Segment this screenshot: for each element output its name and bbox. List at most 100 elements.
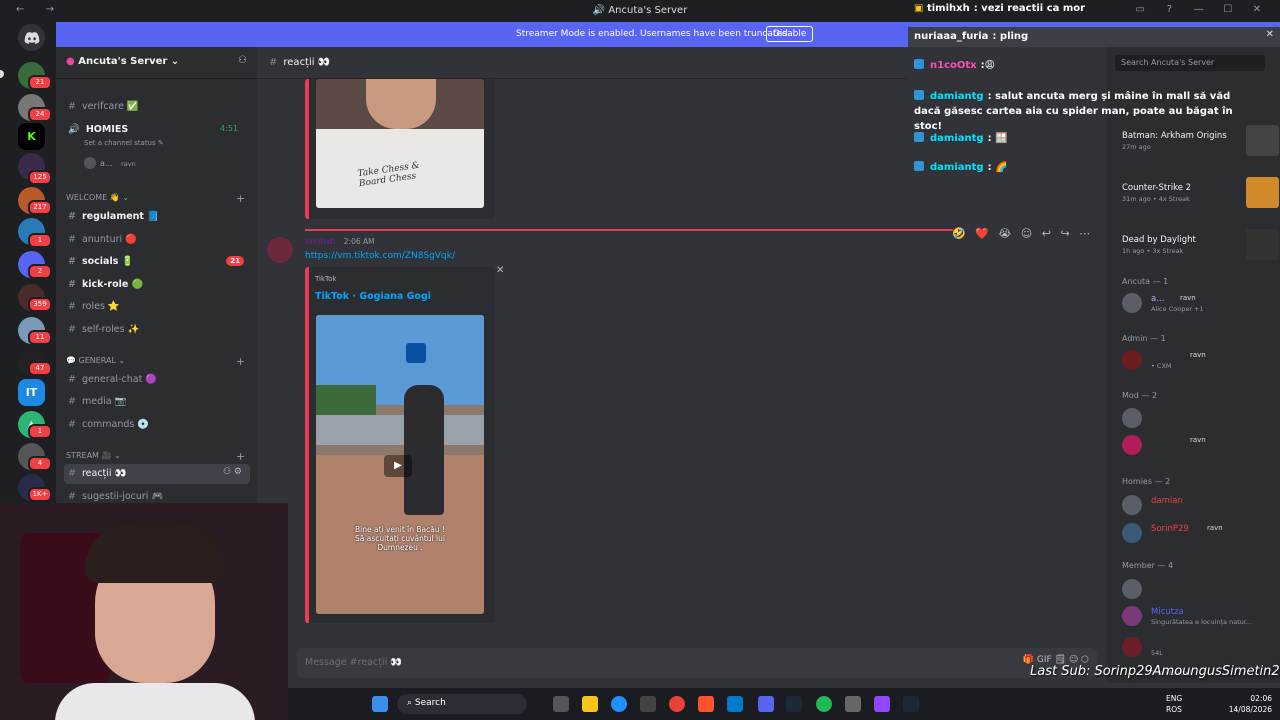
- channel-socials[interactable]: # socials 🔋 21: [64, 252, 250, 272]
- avatar: [1122, 495, 1142, 515]
- app-icon[interactable]: [845, 696, 861, 712]
- add-channel-icon[interactable]: +: [236, 355, 245, 368]
- chat-text: : 🌈: [987, 162, 1008, 173]
- server-header[interactable]: ● Ancuta's Server ⌄ ⚇: [56, 47, 257, 79]
- channel-self-roles[interactable]: # self-roles ✨: [64, 320, 250, 340]
- embed-title[interactable]: TikTok · Gogiana Gogi: [315, 291, 431, 302]
- activity-card[interactable]: Dead by Daylight 1h ago • 3x Streak: [1122, 229, 1280, 275]
- member-item[interactable]: ravn: [1122, 433, 1272, 459]
- category-label: WELCOME 👋: [66, 193, 120, 202]
- member-name: a...: [1151, 294, 1165, 304]
- windows-start-icon[interactable]: [372, 696, 388, 712]
- channel-status[interactable]: Set a channel status ✎: [84, 139, 164, 147]
- person: [404, 385, 444, 515]
- avatar: [1122, 435, 1142, 455]
- member-item[interactable]: damian: [1122, 493, 1272, 519]
- avatar[interactable]: [267, 237, 293, 263]
- message-input[interactable]: Message #reacții 👀 🎁 GIF 🗒 ☺ ⬡: [297, 648, 1097, 678]
- category-label: STREAM 🎥: [66, 451, 112, 460]
- hash-icon: #: [68, 101, 76, 112]
- channel-roles[interactable]: # roles ⭐: [64, 297, 250, 317]
- member-item[interactable]: 54L: [1122, 635, 1272, 661]
- category-stream[interactable]: STREAM 🎥 ⌄ +: [66, 450, 245, 463]
- channel-label: sugestii-jocuri 🎮: [81, 491, 164, 502]
- member-item[interactable]: [1122, 406, 1272, 432]
- taskbar-search[interactable]: ⌕ Search: [397, 694, 527, 714]
- server-badge: 47: [28, 361, 52, 376]
- steam-icon[interactable]: [786, 696, 802, 712]
- channel-verifcare[interactable]: # verifcare ✅: [64, 97, 250, 117]
- add-reaction-icon[interactable]: ☺: [1021, 227, 1032, 240]
- channel-commands[interactable]: # commands 💿: [64, 415, 250, 435]
- member-item[interactable]: SorinP29 ravn: [1122, 521, 1272, 547]
- taskbar-search-label: Search: [414, 698, 446, 708]
- category-welcome[interactable]: WELCOME 👋 ⌄ +: [66, 192, 245, 205]
- server-badge: 217: [28, 200, 52, 215]
- app-icon[interactable]: [874, 696, 890, 712]
- language-line: ENG: [1166, 694, 1183, 703]
- add-channel-icon[interactable]: +: [236, 450, 245, 463]
- reaction-heart-icon[interactable]: ❤️: [975, 227, 989, 240]
- kick-server-icon[interactable]: K: [18, 123, 45, 150]
- hash-icon: #: [68, 396, 76, 407]
- language-indicator[interactable]: ENG ROS: [1166, 693, 1182, 715]
- brave-icon[interactable]: [698, 696, 714, 712]
- channel-anunturi[interactable]: # anunturi 🔴: [64, 230, 250, 250]
- tiktok-video[interactable]: ▶ Bine ați venit în Bacău ! Să ascultați…: [316, 315, 484, 614]
- close-icon[interactable]: ✕: [496, 265, 504, 276]
- channel-general-chat[interactable]: # general-chat 🟣: [64, 370, 250, 390]
- category-general[interactable]: 💬 GENERAL ⌄ +: [66, 355, 245, 368]
- window-title-text: Ancuta's Server: [608, 5, 688, 16]
- play-icon[interactable]: ▶: [384, 455, 412, 477]
- edge-icon[interactable]: [611, 696, 627, 712]
- member-item[interactable]: a... ravn Alice Cooper +1: [1122, 291, 1272, 317]
- member-item[interactable]: [1122, 577, 1272, 603]
- spotify-icon[interactable]: [816, 696, 832, 712]
- vscode-icon[interactable]: [727, 696, 743, 712]
- chrome-icon[interactable]: [669, 696, 685, 712]
- reaction-rofl-icon[interactable]: 🤣: [952, 227, 966, 240]
- chevron-down-icon: ⌄: [170, 56, 180, 67]
- task-view-icon[interactable]: [553, 696, 569, 712]
- channel-label: self-roles ✨: [81, 324, 140, 335]
- disable-streamer-mode-button[interactable]: Disable: [766, 26, 814, 42]
- steam-icon[interactable]: [903, 696, 919, 712]
- reply-icon[interactable]: ↩: [1042, 227, 1051, 240]
- add-channel-icon[interactable]: +: [236, 192, 245, 205]
- reaction-cry-icon[interactable]: 😭: [998, 227, 1011, 240]
- channel-regulament[interactable]: # regulament 📘: [64, 207, 250, 227]
- chat-line: nuriaaa_furia: pling: [914, 31, 1029, 42]
- discord-home-icon[interactable]: [18, 24, 45, 51]
- embed-image-shirt[interactable]: Take Chess & Board Chess: [316, 79, 484, 208]
- clock[interactable]: 02:06 14/08/2026: [1229, 693, 1272, 715]
- server-badge: 1K+: [28, 487, 52, 502]
- member-name: Micutza: [1151, 607, 1184, 617]
- forward-icon[interactable]: ↪: [1060, 227, 1069, 240]
- voice-channel-homies[interactable]: 🔊 HOMIES 4:51: [64, 120, 250, 140]
- channel-media[interactable]: # media 📷: [64, 392, 250, 412]
- message-author[interactable]: timihxh: [305, 237, 335, 246]
- add-friend-icon[interactable]: ⚇: [238, 55, 247, 66]
- hash-icon: #: [68, 301, 76, 312]
- member-name: SorinP29: [1151, 524, 1189, 534]
- message-link[interactable]: https://vm.tiktok.com/ZN8SgVqk/: [305, 251, 455, 261]
- voice-member[interactable]: a... ravn: [84, 157, 136, 169]
- member-item[interactable]: Micutza Singurătatea e locuința natur...: [1122, 604, 1272, 630]
- channel-reactii[interactable]: # reacții 👀 ⚇ ⚙: [64, 464, 250, 484]
- member-tag: ravn: [1190, 436, 1206, 444]
- server-icon-11[interactable]: IT: [18, 379, 45, 406]
- channel-kick-role[interactable]: # kick-role 🟢: [64, 275, 250, 295]
- store-icon[interactable]: [640, 696, 656, 712]
- activity-card[interactable]: Counter-Strike 2 31m ago • 4x Streak: [1122, 177, 1280, 223]
- server-badge: 125: [28, 170, 52, 185]
- close-icon[interactable]: ✕: [1266, 29, 1274, 40]
- settings-gear-icon[interactable]: ⚇ ⚙: [223, 467, 242, 477]
- more-icon[interactable]: ⋯: [1079, 227, 1090, 240]
- discord-icon[interactable]: [758, 696, 774, 712]
- avatar: [1122, 637, 1142, 657]
- chat-text: pling: [999, 31, 1029, 42]
- member-item[interactable]: ravn • CXM: [1122, 348, 1272, 374]
- hash-icon: #: [68, 324, 76, 335]
- file-explorer-icon[interactable]: [582, 696, 598, 712]
- chat-username: nuriaaa_furia: [914, 31, 989, 42]
